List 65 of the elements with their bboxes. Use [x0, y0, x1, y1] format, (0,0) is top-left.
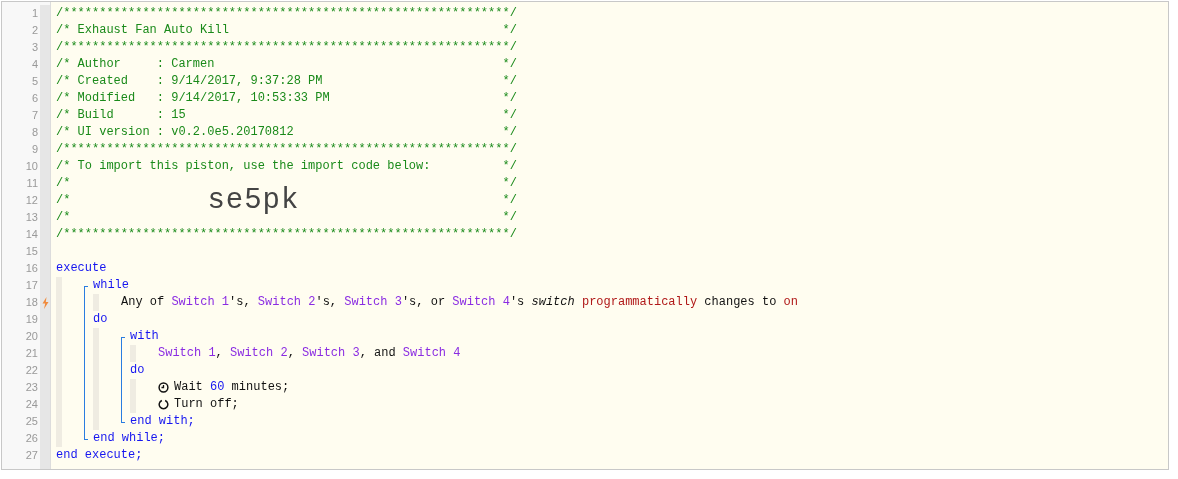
line-number: 23 — [24, 380, 39, 395]
line-number: 6 — [30, 91, 39, 106]
line-number: 5 — [30, 74, 39, 89]
line-number: 20 — [24, 329, 39, 344]
comment-end: */ — [502, 90, 517, 107]
code-line: do — [130, 362, 145, 379]
comment-end: */ — [502, 22, 517, 39]
line-number: 14 — [24, 227, 39, 242]
code-line: while — [93, 277, 129, 294]
comment-end: */ — [502, 73, 517, 90]
comment-text: /* UI version : v0.2.0e5.20170812 — [56, 124, 295, 141]
clock-icon — [158, 382, 169, 393]
comment-line: /**************************************************************/ — [56, 5, 517, 22]
comment-line: /**************************************************************/ — [56, 39, 517, 56]
comment-end: */ — [502, 175, 517, 192]
line-number: 10 — [24, 159, 39, 174]
comment-line: /**************************************************************/ — [56, 226, 517, 243]
line-number: 9 — [30, 142, 39, 157]
comment-text: /* — [56, 175, 72, 192]
line-number: 24 — [24, 397, 39, 412]
comment-text: /* To import this piston, use the import code below: — [56, 158, 432, 175]
line-number: 1 — [30, 6, 39, 21]
comment-text: /* — [56, 192, 71, 209]
line-number: 3 — [30, 40, 39, 55]
code-line: Switch 1, Switch 2, Switch 3, and Switch 4 — [158, 345, 461, 362]
line-number: 26 — [24, 431, 39, 446]
code-line: Turn off; — [174, 396, 239, 413]
code-line: execute — [56, 260, 107, 277]
comment-end: */ — [502, 158, 517, 175]
line-number: 27 — [24, 448, 39, 463]
line-number: 12 — [24, 193, 39, 208]
code-line: Any of Switch 1's, Switch 2's, Switch 3's, or Switch 4's switch programmatically changes to on — [121, 294, 798, 311]
comment-end: */ — [502, 107, 517, 124]
line-number: 22 — [24, 363, 39, 378]
code-line: Wait 60 minutes; — [174, 379, 290, 396]
import-code: se5pk — [207, 185, 300, 216]
line-number: 13 — [24, 210, 39, 225]
line-number: 21 — [24, 346, 39, 361]
comment-text: /* — [56, 209, 72, 226]
comment-text: /* Build : 15 — [56, 107, 187, 124]
line-number: 11 — [25, 176, 39, 191]
line-number: 19 — [24, 312, 39, 327]
line-number: 15 — [24, 244, 39, 259]
code-line: with — [130, 328, 159, 345]
comment-text: /* Author : Carmen — [56, 56, 216, 73]
code-line: end execute; — [56, 447, 143, 464]
comment-line: /**************************************************************/ — [56, 141, 517, 158]
code-line: end while; — [93, 430, 165, 447]
line-number: 4 — [30, 57, 39, 72]
line-number: 18 — [24, 295, 39, 310]
code-line: do — [93, 311, 108, 328]
comment-end: */ — [502, 124, 517, 141]
code-line: end with; — [130, 413, 195, 430]
line-number: 17 — [24, 278, 39, 293]
comment-text: /* Exhaust Fan Auto Kill — [56, 22, 230, 39]
comment-text: /* Created : 9/14/2017, 9:37:28 PM — [56, 73, 324, 90]
line-number: 2 — [30, 23, 39, 38]
line-number: 7 — [30, 108, 39, 123]
line-number: 25 — [24, 414, 39, 429]
comment-end: */ — [502, 56, 517, 73]
comment-text: /* Modified : 9/14/2017, 10:53:33 PM — [56, 90, 331, 107]
line-number: 16 — [24, 261, 39, 276]
comment-end: */ — [502, 209, 517, 226]
line-number: 8 — [30, 125, 39, 140]
comment-end: */ — [502, 192, 517, 209]
